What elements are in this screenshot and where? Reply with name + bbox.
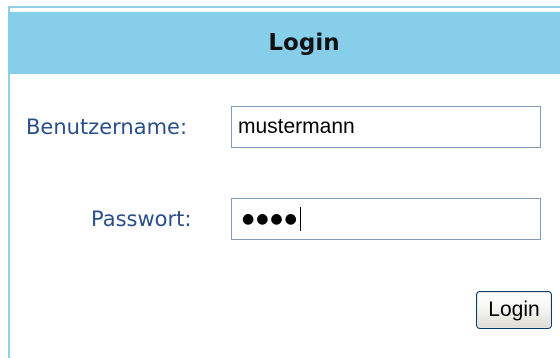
password-masked-value: ●●●● [242,211,299,227]
username-input[interactable] [231,106,541,148]
text-caret [299,207,301,231]
password-label: Passwort: [91,207,192,231]
login-title: Login [268,30,340,56]
username-label: Benutzername: [26,115,188,139]
login-header: Login [8,12,560,74]
login-button[interactable]: Login [476,291,552,329]
password-input[interactable]: ●●●● [231,198,541,240]
